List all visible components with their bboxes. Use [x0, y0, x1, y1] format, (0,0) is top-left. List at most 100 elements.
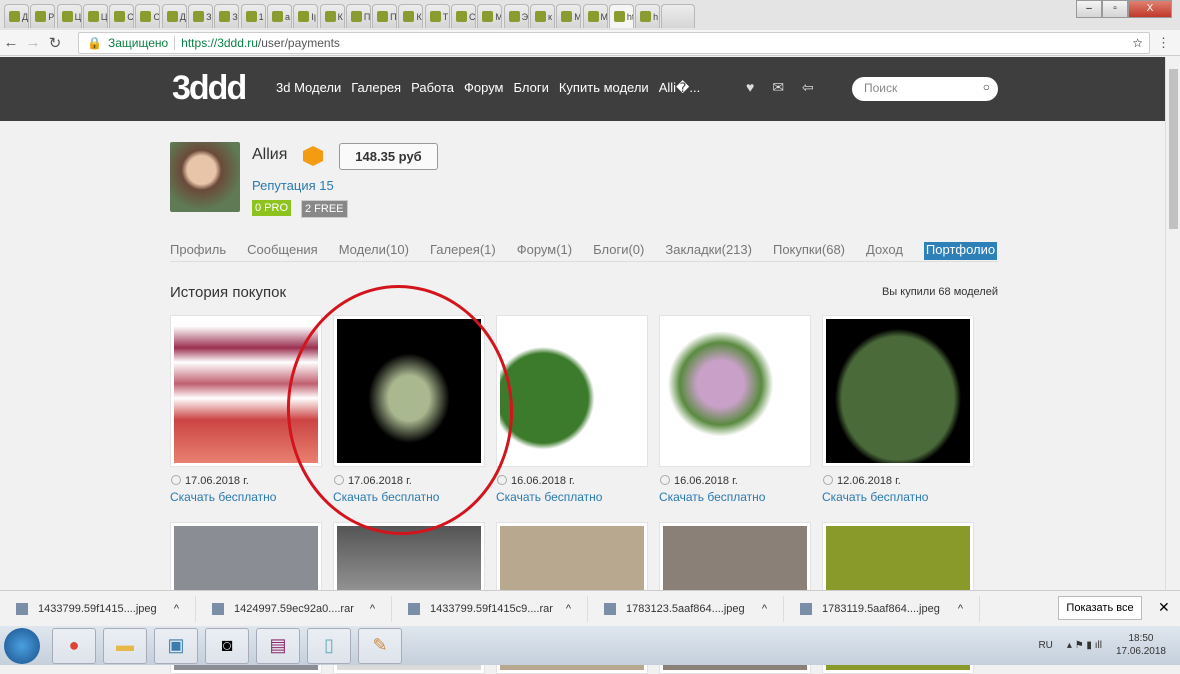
paint-icon[interactable]: ✎ — [358, 627, 402, 664]
model-thumbnail[interactable] — [822, 315, 974, 467]
back-icon[interactable]: ← — [0, 34, 22, 51]
browser-tab[interactable]: С — [451, 4, 477, 28]
minimize-button[interactable]: – — [1076, 0, 1102, 18]
balance-button[interactable]: 148.35 руб — [339, 143, 438, 170]
close-window-button[interactable]: X — [1128, 0, 1172, 18]
browser-tab[interactable]: Ц — [56, 4, 82, 28]
browser-tab[interactable]: 1 — [240, 4, 266, 28]
download-item[interactable]: 1433799.59f1415....jpeg ^ — [0, 595, 196, 622]
profile-tab[interactable]: Форум(1) — [517, 242, 572, 261]
download-item[interactable]: 1424997.59ec92a0....rar ^ — [196, 595, 392, 622]
chevron-up-icon[interactable]: ^ — [958, 603, 963, 615]
photo-viewer-icon[interactable]: ▣ — [154, 627, 198, 664]
reputation-link[interactable]: Репутация 15 — [252, 178, 334, 193]
star-icon[interactable]: ☆ — [1132, 36, 1143, 50]
browser-tab[interactable]: С — [109, 4, 135, 28]
menu-item[interactable]: 3d Модели — [276, 80, 341, 96]
download-link[interactable]: Скачать бесплатно — [659, 490, 811, 504]
profile-tab[interactable]: Модели(10) — [339, 242, 409, 261]
chevron-up-icon[interactable]: ^ — [566, 603, 571, 615]
browser-tab[interactable]: П — [345, 4, 371, 28]
close-icon[interactable]: ✕ — [1158, 599, 1170, 616]
scrollbar-thumb[interactable] — [1169, 69, 1178, 229]
check-icon — [823, 475, 833, 485]
download-link[interactable]: Скачать бесплатно — [822, 490, 974, 504]
browser-tab[interactable]: З — [214, 4, 240, 28]
mail-icon[interactable]: ✉ — [772, 79, 784, 96]
chrome-icon[interactable]: ● — [52, 627, 96, 664]
profile-tab[interactable]: Блоги(0) — [593, 242, 644, 261]
start-button[interactable] — [4, 627, 40, 664]
logout-icon[interactable]: ⇦ — [802, 79, 814, 96]
clock[interactable]: 18:50 17.06.2018 — [1116, 632, 1166, 658]
search-icon[interactable]: ○ — [983, 80, 990, 94]
menu-item[interactable]: Галерея — [351, 80, 401, 96]
chevron-up-icon[interactable]: ^ — [370, 603, 375, 615]
favicon-icon — [482, 11, 494, 22]
heart-icon[interactable]: ♥ — [746, 79, 754, 96]
profile-tab[interactable]: Сообщения — [247, 242, 318, 261]
download-item[interactable]: 1783123.5aaf864....jpeg ^ — [588, 595, 784, 622]
tray-icons[interactable]: ▴ ⚑ ▮ ıll — [1067, 640, 1102, 651]
browser-tab[interactable]: Р — [30, 4, 56, 28]
browser-tab[interactable]: Iן — [293, 4, 319, 28]
show-all-button[interactable]: Показать все — [1058, 596, 1142, 620]
new-tab-button[interactable] — [661, 4, 696, 28]
user-name[interactable]: Allия — [252, 146, 287, 164]
profile-tab[interactable]: Покупки(68) — [773, 242, 845, 261]
browser-tab[interactable]: К — [398, 4, 424, 28]
notepad-icon[interactable]: ▯ — [307, 627, 351, 664]
main-menu: 3d Модели Галерея Работа Форум Блоги Купить м… — [276, 80, 710, 96]
chevron-up-icon[interactable]: ^ — [762, 603, 767, 615]
browser-tab[interactable]: О — [135, 4, 161, 28]
chevron-up-icon[interactable]: ^ — [174, 603, 179, 615]
browser-tab[interactable]: М — [477, 4, 503, 28]
profile-tab[interactable]: Доход — [866, 242, 903, 261]
forward-icon[interactable]: → — [22, 34, 44, 51]
browser-tab[interactable]: Т — [424, 4, 450, 28]
menu-item[interactable]: Блоги — [514, 80, 549, 96]
search-input[interactable]: Поиск ○ — [852, 77, 998, 101]
favicon-icon — [561, 11, 573, 22]
browser-tab[interactable]: a — [266, 4, 292, 28]
url-input[interactable]: 🔒 Защищено https://3ddd.ru/user/payments… — [78, 32, 1150, 54]
browser-tab[interactable]: М — [556, 4, 582, 28]
menu-item[interactable]: Форум — [464, 80, 504, 96]
model-thumbnail[interactable] — [659, 315, 811, 467]
language-indicator[interactable]: RU — [1038, 640, 1052, 651]
menu-item[interactable]: Работа — [411, 80, 454, 96]
site-logo[interactable]: 3ddd — [172, 69, 247, 108]
explorer-icon[interactable]: ▬ — [103, 627, 147, 664]
browser-tab[interactable]: Д — [4, 4, 29, 28]
menu-icon[interactable]: ⋮ — [1157, 35, 1170, 51]
menu-item[interactable]: Alli�... — [659, 80, 701, 96]
lock-icon: 🔒 — [87, 36, 102, 50]
model-thumbnail[interactable] — [496, 315, 648, 467]
download-item[interactable]: 1433799.59f1415c9....rar ^ — [392, 595, 588, 622]
browser-tab[interactable]: h — [635, 4, 661, 28]
browser-tab[interactable]: к — [529, 4, 555, 28]
profile-tab[interactable]: Портфолио — [923, 242, 998, 260]
reload-icon[interactable]: ↻ — [44, 34, 66, 52]
menu-item[interactable]: Купить модели — [559, 80, 649, 96]
profile-tab[interactable]: Галерея(1) — [430, 242, 496, 261]
browser-tab[interactable]: К — [319, 4, 345, 28]
scrollbar[interactable] — [1165, 57, 1180, 590]
3dsmax-icon[interactable]: ◙ — [205, 627, 249, 664]
download-item[interactable]: 1783119.5aaf864....jpeg ^ — [784, 595, 980, 622]
browser-tab[interactable]: П — [372, 4, 398, 28]
maximize-button[interactable]: ▫ — [1102, 0, 1128, 18]
browser-tab[interactable]: ht — [608, 4, 634, 28]
winrar-icon[interactable]: ▤ — [256, 627, 300, 664]
profile-tab[interactable]: Закладки(213) — [665, 242, 752, 261]
download-link[interactable]: Скачать бесплатно — [170, 490, 322, 504]
browser-tab[interactable]: Ц — [82, 4, 108, 28]
browser-tab[interactable]: Э — [503, 4, 529, 28]
browser-tab[interactable]: Д — [161, 4, 187, 28]
download-link[interactable]: Скачать бесплатно — [496, 490, 648, 504]
browser-tab[interactable]: З — [188, 4, 214, 28]
purchase-date: 12.06.2018 г. — [822, 475, 974, 487]
avatar[interactable] — [170, 142, 240, 212]
browser-tab[interactable]: М — [582, 4, 608, 28]
profile-tab[interactable]: Профиль — [170, 242, 226, 261]
